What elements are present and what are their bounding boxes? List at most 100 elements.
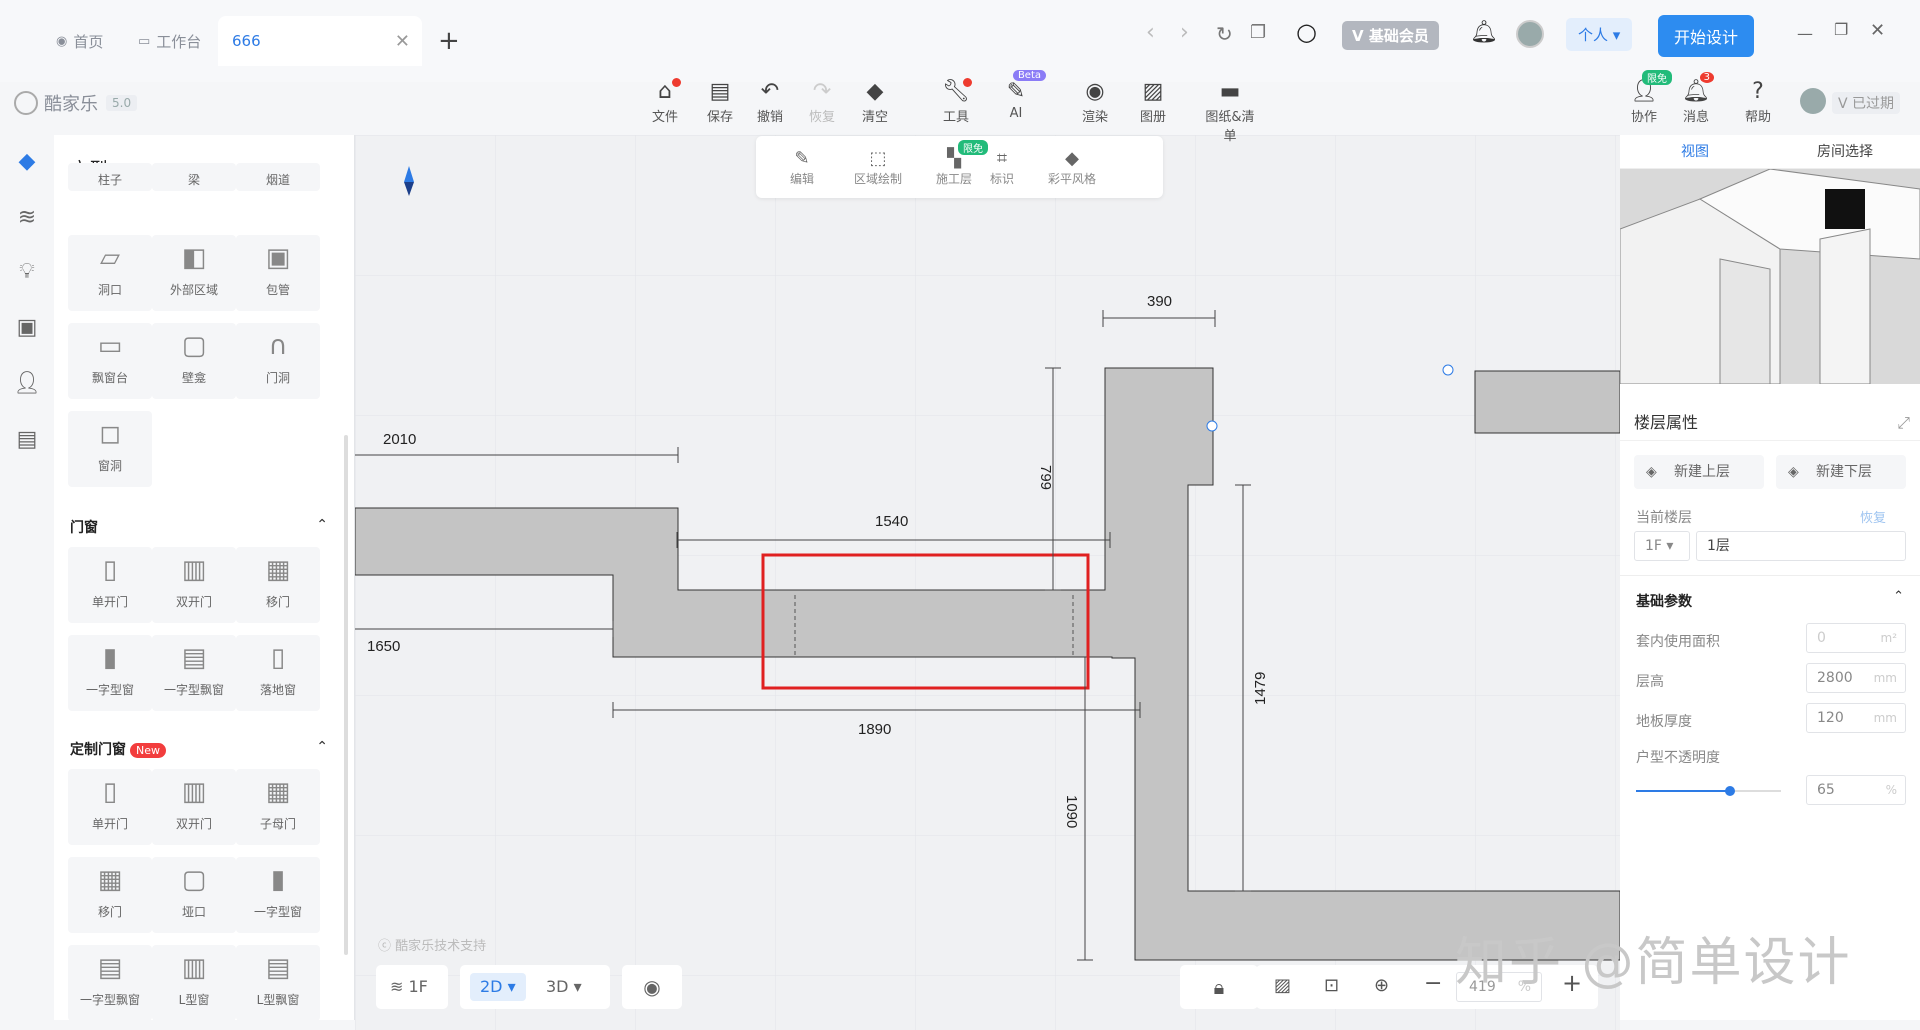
canvas-tool-button[interactable]: ✎ 编辑	[772, 148, 832, 187]
component-item[interactable]: ▯ 单开门	[68, 547, 152, 623]
minimize-icon[interactable]: —	[1797, 24, 1813, 43]
component-item[interactable]: ▤ 一字型飘窗	[152, 635, 236, 711]
wall-handle[interactable]	[1206, 420, 1218, 432]
chevron-up-icon[interactable]: ⌃	[316, 517, 328, 533]
toolbar-ai-button[interactable]: ✎ AI Beta	[986, 70, 1046, 121]
layers-nav-icon[interactable]: ≋	[12, 205, 42, 235]
tab-home[interactable]: ◉ 首页	[56, 18, 103, 65]
thickness-input[interactable]: 120 mm	[1806, 703, 1906, 733]
restore-icon[interactable]: ❐	[1834, 20, 1848, 39]
toolbar-undo-button[interactable]: ↶ 撤销	[740, 78, 800, 125]
fit-view-icon[interactable]: ⊡	[1324, 975, 1339, 996]
expired-badge[interactable]: V 已过期	[1832, 92, 1901, 114]
forward-icon[interactable]: ›	[1180, 20, 1189, 45]
tab-current-design[interactable]: 666 ✕	[218, 16, 422, 66]
component-item[interactable]: ▣ 包管	[236, 235, 320, 311]
compass-north-icon[interactable]	[404, 166, 414, 182]
light-nav-icon[interactable]: 💡︎	[12, 259, 42, 289]
toolbar-document-button[interactable]: ▬ 图纸&清单	[1200, 78, 1260, 144]
bell-icon[interactable]: 🔔︎	[1470, 20, 1498, 45]
component-item[interactable]: ◻ 窗洞	[68, 411, 152, 487]
wall-segment-right[interactable]	[1474, 370, 1620, 434]
new-lower-floor-button[interactable]: ◈ 新建下层	[1776, 455, 1906, 489]
zoom-search-icon[interactable]: ⊕	[1374, 975, 1389, 996]
floor-name-input[interactable]: 1层	[1696, 531, 1906, 561]
member-badge[interactable]: V 基础会员	[1342, 21, 1439, 50]
help-button[interactable]: ? 帮助	[1728, 78, 1788, 125]
scrollbar[interactable]	[344, 435, 348, 955]
chevron-up-icon[interactable]: ⌃	[1893, 589, 1904, 604]
lock-icon[interactable]: 🔒︎	[1180, 965, 1258, 1009]
canvas-tool-button[interactable]: ⌗ 标识	[972, 148, 1032, 187]
component-item[interactable]: ▦ 移门	[236, 547, 320, 623]
component-item[interactable]: ▦ 移门	[68, 857, 152, 933]
collab-button[interactable]: 👤︎ 协作 限免	[1614, 70, 1674, 125]
opacity-input[interactable]: 65%	[1806, 775, 1906, 805]
toolbar-redo-button[interactable]: ↷ 恢复	[792, 78, 852, 125]
component-item[interactable]: ▯ 落地窗	[236, 635, 320, 711]
avatar[interactable]	[1516, 20, 1544, 48]
canvas[interactable]: 390 2010 1540 799 1650 1890 1479 1090	[355, 135, 1620, 1030]
messages-button[interactable]: 🔔︎ 消息 3	[1666, 72, 1726, 125]
toolbar-camera-button[interactable]: ◉ 渲染	[1065, 78, 1125, 125]
personal-dropdown[interactable]: 个人 ▾	[1566, 18, 1633, 51]
component-item[interactable]: 梁	[152, 163, 236, 191]
opacity-slider[interactable]	[1636, 786, 1781, 796]
refresh-icon[interactable]: ↻	[1216, 22, 1233, 46]
tab-room-select[interactable]: 房间选择	[1770, 135, 1920, 168]
toolbar-album-button[interactable]: ▨ 图册	[1123, 78, 1183, 125]
component-item[interactable]: 烟道	[236, 163, 320, 191]
mode-3d-button[interactable]: 3D ▾	[546, 965, 582, 1009]
close-icon[interactable]: ✕	[395, 31, 410, 52]
eye-icon[interactable]: ◉	[622, 965, 682, 1009]
toolbar-eraser-button[interactable]: ◆ 清空	[845, 78, 905, 125]
search-icon[interactable]: ○	[1296, 18, 1317, 46]
canvas-tool-button[interactable]: ⬚ 区域绘制	[838, 148, 918, 187]
tab-view[interactable]: 视图	[1620, 135, 1770, 168]
floorplan-nav-icon[interactable]: ◆	[12, 149, 42, 179]
close-window-icon[interactable]: ✕	[1870, 20, 1885, 41]
toolbar-home-button[interactable]: ⌂ 文件	[635, 78, 695, 125]
component-item[interactable]: ▱ 洞口	[68, 235, 152, 311]
component-item[interactable]: ▦ 子母门	[236, 769, 320, 845]
start-design-button[interactable]: 开始设计	[1658, 15, 1755, 57]
floor-switch[interactable]: ≋ 1F	[376, 965, 448, 1009]
height-input[interactable]: 2800 mm	[1806, 663, 1906, 693]
component-item[interactable]: ▮ 一字型窗	[236, 857, 320, 933]
component-item[interactable]: ▮ 一字型窗	[68, 635, 152, 711]
component-item[interactable]: ∩ 门洞	[236, 323, 320, 399]
user-nav-icon[interactable]: 👤︎	[12, 371, 42, 401]
component-item[interactable]: 柱子	[68, 163, 152, 191]
component-item[interactable]: ▭ 飘窗台	[68, 323, 152, 399]
slider-knob[interactable]	[1725, 786, 1736, 796]
floorplan-svg[interactable]: 390 2010 1540 799 1650 1890 1479 1090	[355, 135, 1620, 1030]
component-item[interactable]: ▯ 单开门	[68, 769, 152, 845]
toolbar-wrench-button[interactable]: 🔧︎ 工具	[926, 78, 986, 125]
floor-code-select[interactable]: 1F ▾	[1634, 531, 1690, 561]
component-item[interactable]: ▤ 一字型飘窗	[68, 945, 152, 1021]
restore-link[interactable]: 恢复	[1860, 507, 1886, 526]
furniture-nav-icon[interactable]: ▣	[12, 315, 42, 345]
canvas-tool-button[interactable]: ◆ 彩平风格	[1042, 148, 1102, 187]
component-item[interactable]: ▢ 壁龛	[152, 323, 236, 399]
component-item[interactable]: ▤ L型飘窗	[236, 945, 320, 1021]
component-item[interactable]: ◧ 外部区域	[152, 235, 236, 311]
add-tab-icon[interactable]: +	[438, 26, 460, 56]
area-input[interactable]: 0 m²	[1806, 623, 1906, 653]
copy-window-icon[interactable]: ❐	[1250, 22, 1266, 43]
component-item[interactable]: ▥ 双开门	[152, 769, 236, 845]
cabinet-nav-icon[interactable]: ▤	[12, 427, 42, 457]
3d-preview[interactable]	[1620, 169, 1920, 384]
image-icon[interactable]: ▨	[1274, 975, 1291, 996]
expand-icon[interactable]: ⤢	[1897, 405, 1910, 441]
tab-workbench[interactable]: ▭ 工作台	[138, 18, 201, 65]
zoom-out-icon[interactable]: −	[1424, 971, 1442, 996]
chevron-up-icon[interactable]: ⌃	[316, 739, 328, 755]
component-item[interactable]: ▥ L型窗	[152, 945, 236, 1021]
new-upper-floor-button[interactable]: ◈ 新建上层	[1634, 455, 1764, 489]
back-icon[interactable]: ‹	[1146, 20, 1155, 45]
user-avatar[interactable]	[1800, 88, 1826, 114]
wall-handle[interactable]	[1442, 364, 1454, 376]
component-item[interactable]: ▢ 垭口	[152, 857, 236, 933]
mode-2d-button[interactable]: 2D ▾	[470, 973, 526, 1001]
